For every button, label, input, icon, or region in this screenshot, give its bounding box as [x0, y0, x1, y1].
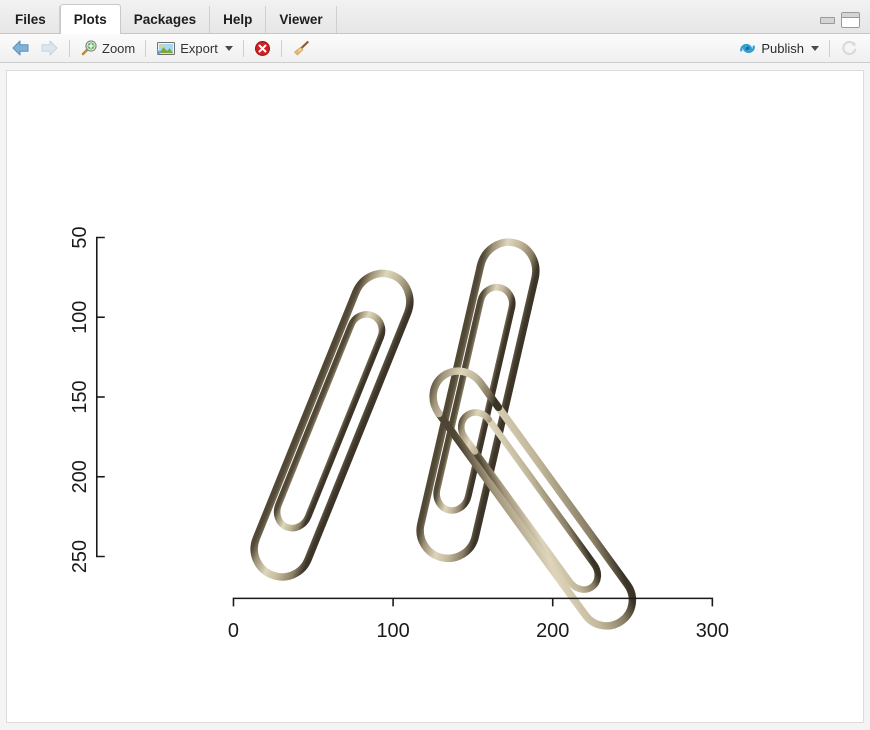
toolbar-separator-4: [280, 39, 282, 57]
window-controls: [820, 12, 870, 33]
zoom-label: Zoom: [102, 40, 136, 56]
toolbar-separator-3: [242, 39, 244, 57]
x-tick-label-300: 300: [696, 620, 729, 642]
export-label: Export: [180, 40, 218, 56]
toolbar-separator-5: [829, 39, 830, 57]
tab-files-label: Files: [15, 12, 46, 27]
tab-packages-label: Packages: [133, 12, 197, 27]
zoom-button[interactable]: Zoom: [76, 37, 139, 60]
remove-plot-button[interactable]: [250, 37, 275, 60]
plot-figure: 50 100 150 200 250 0 100 200 300: [7, 71, 863, 722]
plot-output-panel[interactable]: 50 100 150 200 250 0 100 200 300: [6, 70, 864, 723]
next-plot-button[interactable]: [35, 37, 63, 60]
tab-viewer[interactable]: Viewer: [266, 6, 337, 33]
minimize-pane-icon[interactable]: [820, 16, 835, 24]
x-tick-label-200: 200: [536, 620, 569, 642]
rstudio-plots-pane: Files Plots Packages Help Viewer Zoom Ex…: [0, 0, 870, 730]
tab-packages[interactable]: Packages: [121, 6, 211, 33]
maximize-pane-icon[interactable]: [841, 12, 860, 28]
y-tick-label-250: 250: [69, 540, 91, 573]
tab-bar: Files Plots Packages Help Viewer: [0, 0, 870, 34]
toolbar-separator-2: [145, 39, 147, 57]
back-arrow-icon: [12, 40, 29, 56]
chevron-down-icon[interactable]: [224, 45, 233, 51]
magnifier-plus-icon: [81, 40, 97, 56]
x-tick-label-100: 100: [376, 620, 409, 642]
refresh-plot-button[interactable]: [836, 37, 863, 60]
toolbar-separator-1: [69, 39, 70, 57]
publish-button[interactable]: Publish: [734, 37, 823, 60]
clear-all-plots-button[interactable]: [288, 37, 315, 60]
publish-chevron-down-icon[interactable]: [811, 45, 819, 51]
tab-plots-label: Plots: [73, 12, 107, 27]
forward-arrow-icon: [41, 40, 58, 56]
previous-plot-button[interactable]: [7, 37, 35, 60]
y-tick-label-50: 50: [69, 226, 91, 248]
tab-files[interactable]: Files: [2, 6, 60, 33]
plots-toolbar: Zoom Export Publish: [0, 34, 870, 63]
red-x-remove-plot-icon: [254, 40, 270, 56]
y-tick-label-100: 100: [69, 301, 91, 334]
picture-icon: [157, 41, 176, 55]
tab-help[interactable]: Help: [210, 6, 267, 33]
refresh-icon: [842, 40, 857, 55]
y-tick-label-150: 150: [69, 380, 91, 413]
export-button[interactable]: Export: [152, 37, 237, 60]
x-tick-label-0: 0: [228, 620, 239, 642]
publish-label: Publish: [761, 40, 804, 56]
publish-icon: [740, 43, 756, 53]
tab-help-label: Help: [223, 12, 253, 27]
tab-plots[interactable]: Plots: [59, 4, 121, 34]
y-tick-label-200: 200: [69, 460, 91, 493]
tab-viewer-label: Viewer: [279, 12, 323, 27]
broom-clear-plots-icon: [293, 40, 309, 56]
